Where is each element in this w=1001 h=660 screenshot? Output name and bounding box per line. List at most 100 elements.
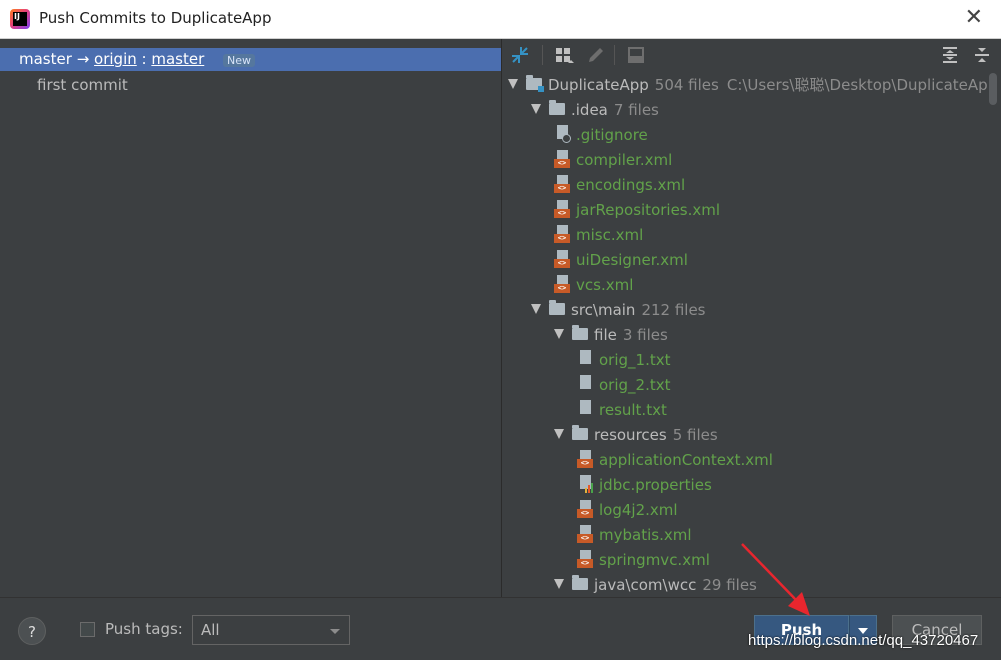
push-tags-checkbox[interactable] — [80, 622, 95, 637]
local-branch: master — [19, 50, 72, 68]
tree-file-row[interactable]: jdbc.properties — [577, 473, 712, 498]
watermark-text: https://blog.csdn.net/qq_43720467 — [748, 632, 979, 649]
tree-file-row[interactable]: .gitignore — [554, 123, 648, 148]
toolbar-separator — [614, 45, 615, 65]
folder-path: C:\Users\聪聪\Desktop\DuplicateAp — [726, 76, 988, 94]
file-name: orig_2.txt — [599, 376, 671, 394]
text-file-icon — [577, 374, 593, 393]
commit-item[interactable]: first commit — [37, 76, 128, 94]
changes-toolbar — [502, 39, 1001, 71]
tree-file-row[interactable]: <> encodings.xml — [554, 173, 685, 198]
file-name: springmvc.xml — [599, 551, 710, 569]
folder-name: resources — [594, 426, 667, 444]
ignore-file-icon — [554, 124, 571, 143]
file-name: jarRepositories.xml — [576, 201, 721, 219]
tree-file-row[interactable]: <> mybatis.xml — [577, 523, 692, 548]
xml-file-icon: <> — [554, 199, 570, 218]
folder-name: java\com\wcc — [594, 576, 697, 594]
tree-folder-row[interactable]: resources 5 files — [554, 423, 718, 448]
file-name: uiDesigner.xml — [576, 251, 688, 269]
show-diff-icon[interactable] — [510, 45, 530, 65]
file-name: mybatis.xml — [599, 526, 692, 544]
tree-file-row[interactable]: <> misc.xml — [554, 223, 643, 248]
expand-arrow-icon[interactable] — [531, 103, 541, 114]
folder-name: file — [594, 326, 617, 344]
push-tags-value: All — [201, 621, 220, 639]
tree-folder-row[interactable]: java\com\wcc 29 files — [554, 573, 757, 597]
new-badge: New — [223, 54, 256, 67]
folder-name: .idea — [571, 101, 608, 119]
push-tags-select[interactable]: All — [192, 615, 350, 645]
file-name: log4j2.xml — [599, 501, 678, 519]
file-name: applicationContext.xml — [599, 451, 773, 469]
expand-arrow-icon[interactable] — [554, 578, 564, 589]
folder-name: DuplicateApp — [548, 76, 649, 94]
title-bar: IJ Push Commits to DuplicateApp ✕ — [0, 0, 1001, 39]
close-icon[interactable]: ✕ — [965, 5, 983, 30]
folder-icon — [572, 324, 588, 340]
group-by-icon[interactable] — [554, 45, 574, 65]
tree-file-row[interactable]: <> applicationContext.xml — [577, 448, 773, 473]
tree-file-row[interactable]: <> uiDesigner.xml — [554, 248, 688, 273]
tree-folder-row[interactable]: DuplicateApp 504 files C:\Users\聪聪\Desktop… — [508, 73, 988, 98]
push-tags-label: Push tags: — [105, 620, 183, 638]
file-name: jdbc.properties — [599, 476, 712, 494]
file-name: result.txt — [599, 401, 667, 419]
help-button[interactable]: ? — [18, 617, 46, 645]
colon-text: : — [136, 50, 152, 68]
folder-icon — [572, 574, 588, 590]
xml-file-icon: <> — [577, 499, 593, 518]
tree-file-row[interactable]: orig_2.txt — [577, 373, 670, 398]
tree-folder-row[interactable]: src\main 212 files — [531, 298, 706, 323]
file-name: .gitignore — [576, 126, 648, 144]
xml-file-icon: <> — [577, 549, 593, 568]
folder-icon — [549, 299, 565, 315]
file-count: 5 files — [672, 426, 718, 444]
tree-file-row[interactable]: <> vcs.xml — [554, 273, 633, 298]
text-file-icon — [577, 399, 593, 418]
file-name: encodings.xml — [576, 176, 686, 194]
module-folder-icon — [526, 74, 544, 92]
chevron-down-icon — [330, 629, 340, 634]
expand-arrow-icon[interactable] — [554, 328, 564, 339]
folder-name: src\main — [571, 301, 636, 319]
edit-icon[interactable] — [586, 45, 606, 65]
preview-icon[interactable] — [626, 45, 646, 65]
annotation-arrow-icon — [741, 543, 810, 616]
tree-file-row[interactable]: <> compiler.xml — [554, 148, 672, 173]
file-name: misc.xml — [576, 226, 644, 244]
tree-file-row[interactable]: <> log4j2.xml — [577, 498, 678, 523]
tree-folder-row[interactable]: file 3 files — [554, 323, 668, 348]
tree-folder-row[interactable]: .idea 7 files — [531, 98, 659, 123]
collapse-all-icon[interactable] — [972, 45, 992, 65]
file-name: compiler.xml — [576, 151, 673, 169]
tree-scrollbar-thumb[interactable] — [989, 73, 997, 105]
tree-file-row[interactable]: <> jarRepositories.xml — [554, 198, 720, 223]
window-title: Push Commits to DuplicateApp — [39, 9, 272, 27]
file-count: 212 files — [641, 301, 706, 319]
remote-link[interactable]: origin — [94, 50, 137, 68]
xml-file-icon: <> — [554, 174, 570, 193]
expand-arrow-icon[interactable] — [554, 428, 564, 439]
remote-branch-link[interactable]: master — [151, 50, 204, 68]
toolbar-separator — [542, 45, 543, 65]
text-file-icon — [577, 349, 593, 368]
expand-arrow-icon[interactable] — [508, 78, 518, 89]
tree-file-row[interactable]: result.txt — [577, 398, 667, 423]
folder-icon — [572, 424, 588, 440]
arrow-glyph: → — [76, 50, 90, 68]
changes-panel: DuplicateApp 504 files C:\Users\聪聪\Desktop… — [502, 39, 1001, 597]
properties-file-icon — [577, 474, 593, 493]
tree-file-row[interactable]: <> springmvc.xml — [577, 548, 710, 573]
xml-file-icon: <> — [554, 149, 570, 168]
intellij-app-icon: IJ — [10, 9, 30, 29]
commits-panel: master → origin : master New first commi… — [0, 39, 501, 597]
folder-icon — [549, 99, 565, 115]
expand-arrow-icon[interactable] — [531, 303, 541, 314]
branch-row[interactable]: master → origin : master New — [0, 48, 501, 71]
tree-file-row[interactable]: orig_1.txt — [577, 348, 670, 373]
file-count: 3 files — [622, 326, 668, 344]
xml-file-icon: <> — [554, 249, 570, 268]
xml-file-icon: <> — [577, 524, 593, 543]
expand-all-icon[interactable] — [940, 45, 960, 65]
